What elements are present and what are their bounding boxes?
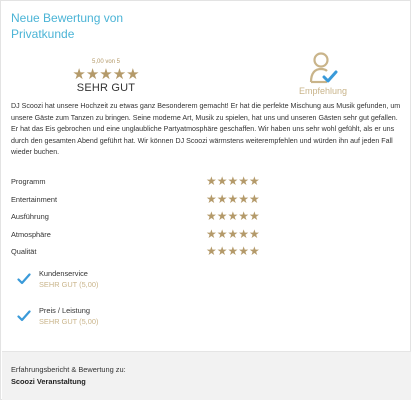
rating-label: Programm [11,177,46,186]
card-footer: Erfahrungsbericht & Bewertung zu: Scoozi… [2,351,411,400]
overall-score: 5,00 von 5 ★★★★★ SEHR GUT [61,58,151,94]
score-text: SEHR GUT [76,82,136,94]
recommendation: Empfehlung [288,51,358,96]
recommendation-label: Empfehlung [298,86,348,96]
rating-label: Entertainment [11,194,58,204]
review-card: Neue Bewertung von Privatkunde 5,00 von … [0,0,411,400]
footer-company: Scoozi Veranstaltung [11,377,86,386]
rating-row: Ausführung ★★★★★ [11,209,271,227]
check-title: Preis / Leistung [39,306,90,315]
rating-stars: ★★★★★ [206,244,260,258]
check-title: Kundenservice [39,269,88,278]
check-icon [17,310,31,322]
check-icon [17,273,31,285]
ratings-list: Programm ★★★★★ Entertainment ★★★★★ Ausfü… [11,174,271,262]
rating-stars: ★★★★★ [206,191,260,206]
user-check-icon [309,52,338,84]
rating-stars: ★★★★★ [206,226,260,241]
score-label: 5,00 von 5 [91,59,121,65]
rating-stars: ★★★★★ [206,174,260,188]
rating-stars: ★★★★★ [206,209,260,223]
rating-row: Programm ★★★★★ [11,174,271,192]
review-text: DJ Scoozi hat unsere Hochzeit zu etwas g… [11,102,401,157]
rating-row: Entertainment ★★★★★ [11,192,271,210]
rating-row: Atmosphäre ★★★★★ [11,227,271,245]
card-title: Neue Bewertung von Privatkunde [11,11,124,41]
footer-caption: Erfahrungsbericht & Bewertung zu: [11,365,126,374]
check-subtitle: SEHR GUT (5,00) [39,317,99,326]
overall-stars: ★★★★★ [72,66,140,83]
rating-label: Ausführung [11,212,49,221]
rating-label: Qualität [11,247,37,256]
check-subtitle: SEHR GUT (5,00) [39,280,99,289]
rating-label: Atmosphäre [11,229,51,239]
rating-row: Qualität ★★★★★ [11,244,271,262]
